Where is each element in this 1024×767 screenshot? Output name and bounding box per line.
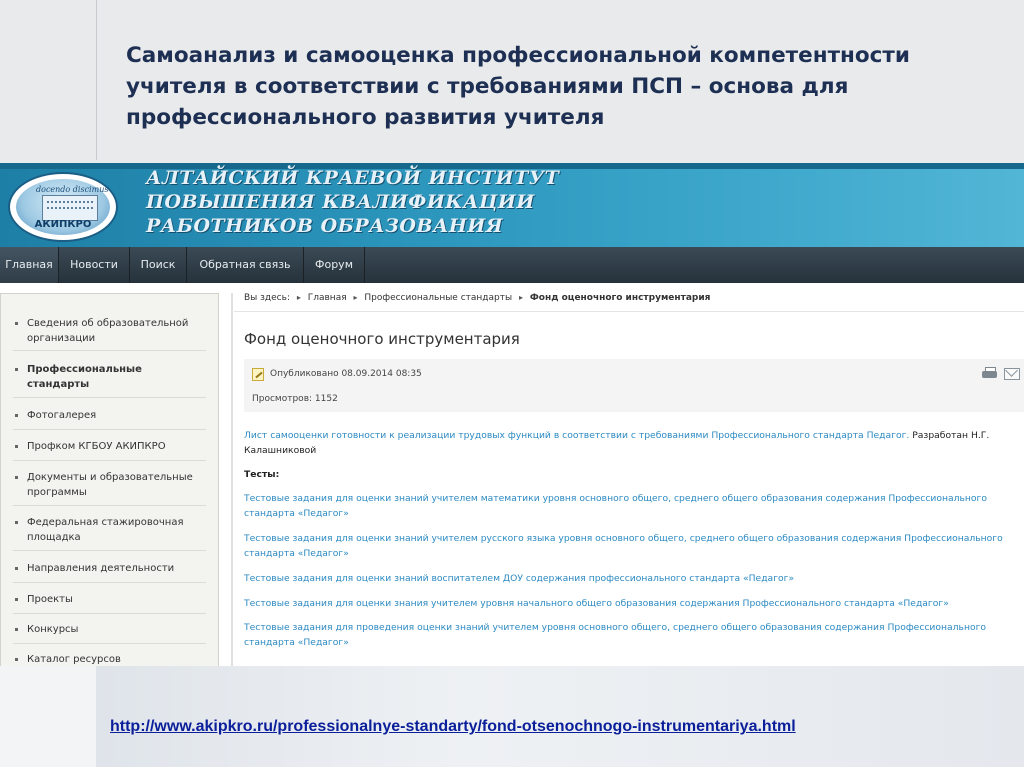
institute-name-line: ПОВЫШЕНИЯ КВАЛИФИКАЦИИ bbox=[146, 191, 535, 213]
bullet-icon bbox=[15, 322, 18, 325]
institute-name-line: АЛТАЙСКИЙ КРАЕВОЙ ИНСТИТУТ bbox=[146, 167, 560, 189]
nav-forum[interactable]: Форум bbox=[304, 247, 365, 283]
breadcrumb-prefix: Вы здесь: bbox=[244, 293, 290, 303]
sidebar-item-label: Федеральная стажировочная площадка bbox=[27, 517, 184, 543]
sidebar-item-active[interactable]: Профессиональные стандарты bbox=[15, 362, 205, 392]
building-icon bbox=[42, 195, 98, 221]
slide-decor-line bbox=[96, 0, 97, 160]
edit-note-icon bbox=[252, 368, 264, 381]
logo-abbr: АКИПКРО bbox=[34, 219, 92, 230]
chevron-right-icon: ▸ bbox=[296, 293, 301, 302]
sidebar-item-label: Каталог ресурсов bbox=[27, 654, 121, 665]
chevron-right-icon: ▸ bbox=[353, 293, 358, 302]
self-assessment-link[interactable]: Лист самооценки готовности к реализации … bbox=[244, 430, 909, 441]
slide-title-line: учителя в соответствии с требованиями ПС… bbox=[126, 74, 849, 99]
bullet-icon bbox=[15, 658, 18, 661]
bullet-icon bbox=[15, 521, 18, 524]
divider bbox=[13, 550, 206, 551]
intro-paragraph: Лист самооценки готовности к реализации … bbox=[244, 428, 1014, 458]
page-title: Фонд оценочного инструментария bbox=[244, 330, 520, 348]
test-link[interactable]: Тестовые задания для оценки знаний учите… bbox=[244, 531, 1014, 561]
column-divider bbox=[231, 293, 233, 666]
sidebar-item[interactable]: Сведения об образовательной организации bbox=[15, 316, 205, 346]
url-band bbox=[96, 666, 1024, 767]
site-header: docendo discimus АКИПКРО АЛТАЙСКИЙ КРАЕВ… bbox=[0, 163, 1024, 247]
divider bbox=[13, 429, 206, 430]
test-link[interactable]: Тестовые задания для проведения оценки з… bbox=[244, 620, 1014, 650]
sidebar-item[interactable]: Профком КГБОУ АКИПКРО bbox=[15, 439, 205, 454]
breadcrumb-current: Фонд оценочного инструментария bbox=[529, 293, 711, 303]
bullet-icon bbox=[15, 445, 18, 448]
sidebar-menu: Сведения об образовательной организации … bbox=[0, 293, 219, 666]
published-date: Опубликовано 08.09.2014 08:35 bbox=[270, 369, 422, 379]
nav-search[interactable]: Поиск bbox=[130, 247, 187, 283]
footer-band-left bbox=[0, 666, 96, 767]
divider bbox=[13, 643, 206, 644]
bullet-icon bbox=[15, 368, 18, 371]
sidebar-item[interactable]: Документы и образовательные программы bbox=[15, 470, 205, 500]
sidebar-item-label: Профком КГБОУ АКИПКРО bbox=[27, 441, 166, 452]
sidebar-item[interactable]: Конкурсы bbox=[15, 622, 205, 637]
slide-title-line: Самоанализ и самооценка профессиональной… bbox=[126, 43, 910, 68]
nav-feedback[interactable]: Обратная связь bbox=[187, 247, 304, 283]
sidebar-item[interactable]: Проекты bbox=[15, 592, 205, 607]
article-meta: Опубликовано 08.09.2014 08:35 Просмотров… bbox=[244, 359, 1024, 412]
divider bbox=[13, 505, 206, 506]
breadcrumb-link[interactable]: Профессиональные стандарты bbox=[364, 293, 512, 303]
divider bbox=[13, 582, 206, 583]
sidebar-item-label: Фотогалерея bbox=[27, 410, 97, 421]
print-icon[interactable] bbox=[982, 367, 997, 379]
divider bbox=[13, 397, 206, 398]
slide-title-line: профессионального развития учителя bbox=[126, 105, 605, 130]
sidebar-item[interactable]: Каталог ресурсов bbox=[15, 652, 205, 666]
divider bbox=[13, 613, 206, 614]
sidebar-item[interactable]: Федеральная стажировочная площадка bbox=[15, 515, 205, 545]
email-icon[interactable] bbox=[1004, 368, 1020, 380]
nav-home[interactable]: Главная bbox=[0, 247, 59, 283]
main-nav: Главная Новости Поиск Обратная связь Фор… bbox=[0, 247, 1024, 283]
bullet-icon bbox=[15, 567, 18, 570]
sidebar-item-label: Конкурсы bbox=[27, 624, 79, 635]
institute-name: АЛТАЙСКИЙ КРАЕВОЙ ИНСТИТУТ ПОВЫШЕНИЯ КВА… bbox=[146, 166, 559, 238]
institute-name-line: РАБОТНИКОВ ОБРАЗОВАНИЯ bbox=[146, 215, 504, 237]
bullet-icon bbox=[15, 476, 18, 479]
website-screenshot: docendo discimus АКИПКРО АЛТАЙСКИЙ КРАЕВ… bbox=[0, 163, 1024, 666]
divider bbox=[234, 311, 1024, 312]
sidebar-item[interactable]: Фотогалерея bbox=[15, 408, 205, 423]
view-count: Просмотров: 1152 bbox=[252, 394, 338, 404]
slide-title: Самоанализ и самооценка профессиональной… bbox=[126, 40, 1006, 133]
logo-motto: docendo discimus bbox=[36, 185, 109, 194]
source-url-link[interactable]: http://www.akipkro.ru/professionalnye-st… bbox=[110, 718, 796, 736]
bullet-icon bbox=[15, 628, 18, 631]
divider bbox=[13, 350, 206, 351]
sidebar-item-label: Профессиональные стандарты bbox=[27, 364, 142, 390]
tests-heading: Тесты: bbox=[244, 469, 280, 480]
breadcrumb: Вы здесь: ▸ Главная ▸ Профессиональные с… bbox=[244, 293, 710, 303]
divider bbox=[13, 460, 206, 461]
sidebar-item[interactable]: Направления деятельности bbox=[15, 561, 205, 576]
chevron-right-icon: ▸ bbox=[518, 293, 523, 302]
sidebar-item-label: Проекты bbox=[27, 594, 73, 605]
test-link[interactable]: Тестовые задания для оценки знания учите… bbox=[244, 596, 1014, 611]
bullet-icon bbox=[15, 598, 18, 601]
sidebar-item-label: Направления деятельности bbox=[27, 563, 175, 574]
breadcrumb-link[interactable]: Главная bbox=[308, 293, 347, 303]
sidebar-item-label: Документы и образовательные программы bbox=[27, 472, 193, 498]
nav-news[interactable]: Новости bbox=[59, 247, 130, 283]
test-link[interactable]: Тестовые задания для оценки знаний воспи… bbox=[244, 571, 1014, 586]
test-link[interactable]: Тестовые задания для оценки знаний учите… bbox=[244, 491, 1014, 521]
bullet-icon bbox=[15, 414, 18, 417]
site-logo[interactable]: docendo discimus АКИПКРО bbox=[8, 172, 118, 242]
sidebar-item-label: Сведения об образовательной организации bbox=[27, 318, 189, 344]
